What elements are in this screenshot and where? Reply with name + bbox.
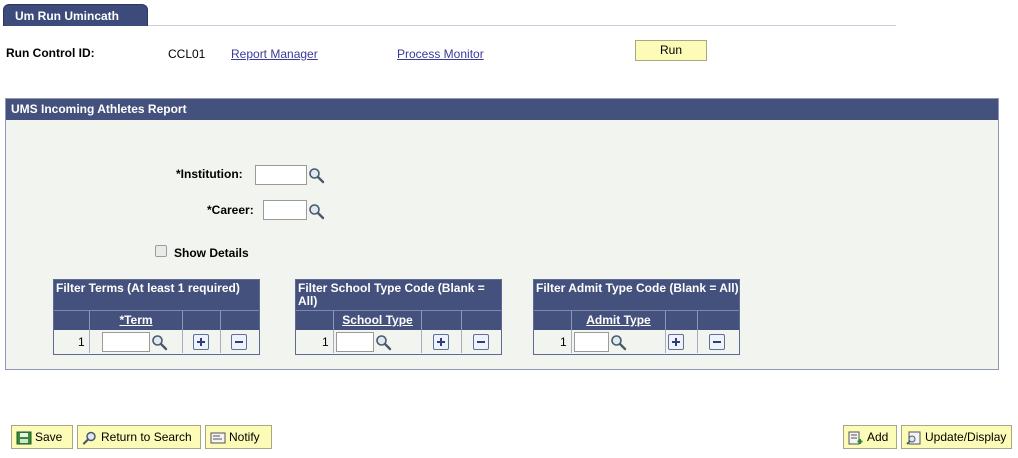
add-row-button[interactable] <box>193 334 209 350</box>
term-input[interactable] <box>102 332 150 352</box>
institution-input[interactable] <box>255 165 307 185</box>
filter-terms-title: Filter Terms (At least 1 required) <box>54 280 259 310</box>
add-row-button[interactable] <box>668 334 684 350</box>
minus-icon <box>713 341 721 343</box>
filter-admit-type-header: Admit Type <box>534 310 739 330</box>
run-control-label: Run Control ID: <box>6 46 95 60</box>
save-button[interactable]: Save <box>11 425 73 449</box>
report-title: UMS Incoming Athletes Report <box>6 99 998 120</box>
add-row-button[interactable] <box>433 334 449 350</box>
filter-school-type-grid: Filter School Type Code (Blank = All) Sc… <box>295 279 502 355</box>
page-tab[interactable]: Um Run Umincath <box>3 4 148 26</box>
process-monitor-link[interactable]: Process Monitor <box>397 47 484 61</box>
admit-type-column-header[interactable]: Admit Type <box>571 311 665 330</box>
career-input[interactable] <box>263 200 307 220</box>
career-label: *Career: <box>207 203 254 217</box>
institution-label: *Institution: <box>176 167 243 181</box>
run-control-value: CCL01 <box>168 47 206 61</box>
filter-school-type-header: School Type <box>296 310 501 330</box>
report-group-box: UMS Incoming Athletes Report *Institutio… <box>5 98 999 370</box>
delete-row-button[interactable] <box>473 334 489 350</box>
minus-icon <box>235 341 243 343</box>
add-icon <box>848 430 864 445</box>
term-column-header[interactable]: *Term <box>89 311 182 330</box>
school-type-input[interactable] <box>336 332 374 352</box>
row-number: 1 <box>322 335 329 349</box>
show-details-checkbox[interactable] <box>155 245 167 257</box>
filter-terms-header: *Term <box>54 310 259 330</box>
search-icon <box>82 430 98 445</box>
plus-icon <box>437 338 445 346</box>
delete-row-button[interactable] <box>709 334 725 350</box>
filter-school-type-title: Filter School Type Code (Blank = All) <box>296 280 501 310</box>
filter-terms-grid: Filter Terms (At least 1 required) *Term… <box>53 279 260 355</box>
save-icon <box>16 430 32 445</box>
admit-type-lookup-icon[interactable] <box>610 334 627 351</box>
admit-type-input[interactable] <box>574 332 609 352</box>
table-row: 1 <box>54 330 259 354</box>
run-button[interactable]: Run <box>635 40 707 61</box>
minus-icon <box>477 341 485 343</box>
institution-lookup-icon[interactable] <box>308 167 325 184</box>
return-to-search-button[interactable]: Return to Search <box>77 425 201 449</box>
delete-row-button[interactable] <box>231 334 247 350</box>
report-manager-link[interactable]: Report Manager <box>231 47 318 61</box>
table-row: 1 <box>296 330 501 354</box>
plus-icon <box>197 338 205 346</box>
update-display-button[interactable]: Update/Display <box>901 425 1012 449</box>
table-row: 1 <box>534 330 739 354</box>
school-type-lookup-icon[interactable] <box>375 334 392 351</box>
row-number: 1 <box>560 335 567 349</box>
tab-divider <box>148 25 896 26</box>
plus-icon <box>672 338 680 346</box>
term-lookup-icon[interactable] <box>151 334 168 351</box>
filter-admit-type-grid: Filter Admit Type Code (Blank = All) Adm… <box>533 279 740 355</box>
career-lookup-icon[interactable] <box>308 203 325 220</box>
row-number: 1 <box>78 335 85 349</box>
notify-icon <box>210 430 226 444</box>
update-display-icon <box>906 430 922 445</box>
add-button[interactable]: Add <box>843 425 897 449</box>
filter-admit-type-title: Filter Admit Type Code (Blank = All) <box>534 280 739 310</box>
show-details-label: Show Details <box>174 246 249 260</box>
notify-button[interactable]: Notify <box>205 425 272 449</box>
school-type-column-header[interactable]: School Type <box>333 311 421 330</box>
